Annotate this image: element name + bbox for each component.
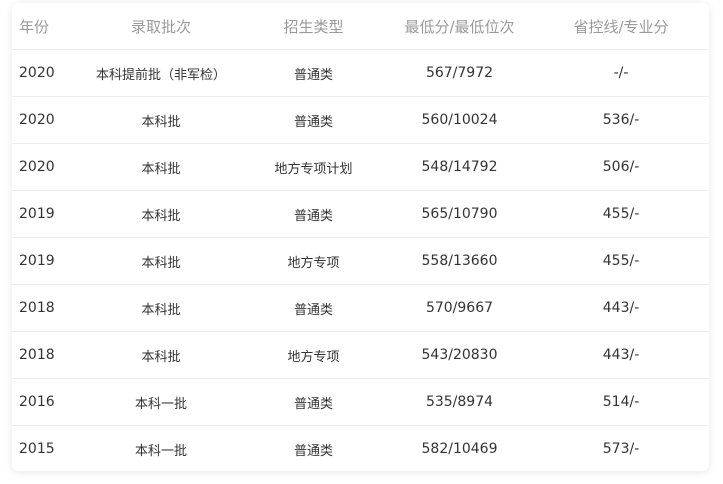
cell-batch: 本科一批 — [134, 443, 187, 459]
table-row: 2019 本科批 地方专项 558/13660 455/- — [12, 237, 709, 285]
table-row: 2016 本科一批 普通类 535/8974 514/- — [12, 378, 709, 426]
cell-min-score-rank: 570/9667 — [386, 284, 533, 332]
table-body: 2020 本科提前批（非军检） 普通类 567/7972 -/- 2020 本科… — [12, 49, 709, 472]
cell-batch: 本科提前批（非军检） — [81, 49, 241, 97]
cell-year: 2019 — [12, 190, 81, 238]
table-header: 年份 录取批次 招生类型 最低分/最低位次 省控线/专业分 — [12, 3, 709, 50]
cell-year: 2020 — [12, 143, 81, 191]
table-row: 2015 本科一批 普通类 582/10469 573/- — [12, 426, 709, 472]
cell-year: 2020 — [12, 96, 81, 144]
table-row: 2020 本科批 普通类 560/10024 536/- — [12, 96, 709, 144]
header-type: 招生类型 — [241, 3, 386, 50]
table-row: 2019 本科批 普通类 565/10790 455/- — [12, 190, 709, 238]
cell-year: 2015 — [19, 441, 55, 457]
cell-type: 普通类 — [293, 443, 333, 459]
cell-type: 普通类 — [241, 284, 386, 332]
cell-control-line: 506/- — [533, 143, 709, 191]
cell-control-line: 514/- — [533, 378, 709, 426]
cell-year: 2018 — [12, 331, 81, 379]
header-min-score-rank: 最低分/最低位次 — [386, 3, 533, 50]
cell-min-score-rank: 565/10790 — [386, 190, 533, 238]
cell-batch: 本科批 — [81, 284, 241, 332]
table-row: 2018 本科批 地方专项 543/20830 443/- — [12, 331, 709, 379]
header-year: 年份 — [12, 3, 81, 50]
cell-min-score-rank: 548/14792 — [386, 143, 533, 191]
cell-type: 普通类 — [241, 96, 386, 144]
table-row: 2020 本科提前批（非军检） 普通类 567/7972 -/- — [12, 49, 709, 97]
cell-batch: 本科批 — [81, 237, 241, 285]
header-row: 年份 录取批次 招生类型 最低分/最低位次 省控线/专业分 — [12, 3, 709, 50]
cell-control-line: 536/- — [533, 96, 709, 144]
cell-batch: 本科批 — [81, 143, 241, 191]
cell-control-line: 573/- — [602, 441, 640, 457]
cell-min-score-rank: 558/13660 — [386, 237, 533, 285]
cell-control-line: 455/- — [533, 190, 709, 238]
cell-batch: 本科批 — [81, 331, 241, 379]
cell-type: 普通类 — [241, 378, 386, 426]
admission-score-table: 年份 录取批次 招生类型 最低分/最低位次 省控线/专业分 2020 本科提前批… — [12, 3, 709, 471]
cell-min-score-rank: 543/20830 — [386, 331, 533, 379]
cell-control-line: 455/- — [533, 237, 709, 285]
cell-year: 2020 — [12, 49, 81, 97]
cell-batch: 本科批 — [81, 96, 241, 144]
cell-year: 2016 — [12, 378, 81, 426]
cell-control-line: -/- — [533, 49, 709, 97]
cell-type: 普通类 — [241, 190, 386, 238]
cell-control-line: 443/- — [533, 331, 709, 379]
cell-min-score-rank: 560/10024 — [386, 96, 533, 144]
cell-year: 2018 — [12, 284, 81, 332]
cell-year: 2019 — [12, 237, 81, 285]
cell-min-score-rank: 535/8974 — [386, 378, 533, 426]
cell-type: 普通类 — [241, 49, 386, 97]
cell-type: 地方专项 — [241, 237, 386, 285]
table-row: 2018 本科批 普通类 570/9667 443/- — [12, 284, 709, 332]
cell-min-score-rank: 567/7972 — [386, 49, 533, 97]
cell-batch: 本科批 — [81, 190, 241, 238]
cell-min-score-rank: 582/10469 — [421, 441, 498, 457]
admission-score-card: 年份 录取批次 招生类型 最低分/最低位次 省控线/专业分 2020 本科提前批… — [12, 3, 709, 471]
cell-batch: 本科一批 — [81, 378, 241, 426]
cell-control-line: 443/- — [533, 284, 709, 332]
table-row: 2020 本科批 地方专项计划 548/14792 506/- — [12, 143, 709, 191]
cell-type: 地方专项计划 — [241, 143, 386, 191]
header-batch: 录取批次 — [81, 3, 241, 50]
header-control-line: 省控线/专业分 — [533, 3, 709, 50]
cell-type: 地方专项 — [241, 331, 386, 379]
